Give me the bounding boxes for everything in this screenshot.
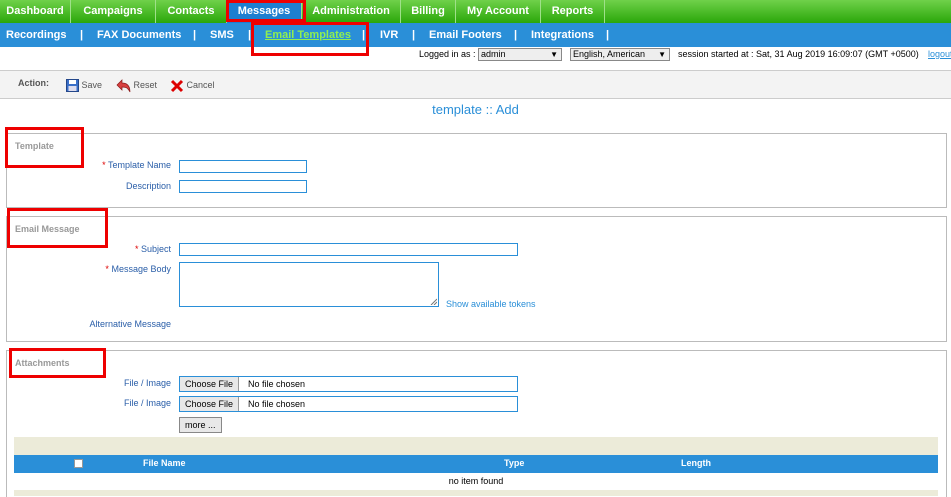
table-toolbar xyxy=(14,437,938,455)
action-label: Action: xyxy=(18,78,49,88)
subnav-email-footers[interactable]: Email Footers xyxy=(429,23,502,47)
close-icon xyxy=(170,79,184,92)
more-button[interactable]: more ... xyxy=(179,417,222,433)
template-section: Template * Template Name Description xyxy=(6,133,947,208)
page-title: template :: Add xyxy=(432,102,519,117)
message-body-text: Message Body xyxy=(111,264,171,274)
undo-arrow-icon xyxy=(116,78,131,92)
message-body-label: * Message Body xyxy=(11,264,171,274)
reset-button[interactable]: Reset xyxy=(115,78,157,92)
file-image-label-1: File / Image xyxy=(123,378,171,388)
highlight-template-legend xyxy=(5,127,84,168)
user-select[interactable]: admin ▼ xyxy=(478,48,562,61)
user-select-value: admin xyxy=(481,49,506,59)
session-bar: Logged in as : admin ▼ English, American… xyxy=(0,47,951,62)
cancel-label: Cancel xyxy=(186,80,215,90)
file-input-2[interactable]: Choose File No file chosen xyxy=(179,396,518,412)
empty-table-message: no item found xyxy=(448,476,504,486)
nav-campaigns[interactable]: Campaigns xyxy=(71,0,156,23)
chevron-down-icon: ▼ xyxy=(550,50,558,59)
table-footer xyxy=(14,490,938,496)
attachments-section: Attachments File / Image Choose File No … xyxy=(6,350,947,497)
column-length[interactable]: Length xyxy=(681,458,711,468)
file-input-1[interactable]: Choose File No file chosen xyxy=(179,376,518,392)
subnav-separator: | xyxy=(193,29,197,41)
logged-in-label: Logged in as : xyxy=(419,49,476,59)
required-mark: * xyxy=(105,264,109,274)
subject-text: Subject xyxy=(140,244,171,254)
highlight-messages xyxy=(226,0,306,22)
language-select-value: English, American xyxy=(573,49,646,59)
cancel-button[interactable]: Cancel xyxy=(170,78,215,92)
logout-link[interactable]: logout xyxy=(928,49,951,59)
chevron-down-icon: ▼ xyxy=(658,50,666,59)
session-started: session started at : Sat, 31 Aug 2019 16… xyxy=(678,49,919,59)
nav-dashboard[interactable]: Dashboard xyxy=(0,0,71,23)
show-tokens-link[interactable]: Show available tokens xyxy=(446,299,536,309)
subnav-separator: | xyxy=(80,29,84,41)
nav-reports[interactable]: Reports xyxy=(541,0,605,23)
resize-handle-icon[interactable] xyxy=(430,298,437,305)
action-toolbar: Action: Save Reset Cancel xyxy=(0,70,951,99)
choose-file-button[interactable]: Choose File xyxy=(180,397,240,411)
subnav-separator: | xyxy=(412,29,416,41)
alternative-message-label: Alternative Message xyxy=(89,319,171,329)
nav-my-account[interactable]: My Account xyxy=(456,0,541,23)
choose-file-button[interactable]: Choose File xyxy=(180,377,240,391)
select-all-checkbox[interactable] xyxy=(74,459,83,468)
file-image-label-2: File / Image xyxy=(123,398,171,408)
language-select[interactable]: English, American ▼ xyxy=(570,48,670,61)
subnav-integrations[interactable]: Integrations xyxy=(531,23,594,47)
subnav-sms[interactable]: SMS xyxy=(210,23,234,47)
email-message-section: Email Message * Subject * Message Body S… xyxy=(6,216,947,342)
save-button[interactable]: Save xyxy=(66,78,103,93)
highlight-email-templates xyxy=(251,22,369,56)
subnav-separator: | xyxy=(606,29,610,41)
subnav-fax-documents[interactable]: FAX Documents xyxy=(97,23,181,47)
description-input[interactable] xyxy=(179,180,307,193)
floppy-disk-icon xyxy=(66,79,79,93)
subnav-ivr[interactable]: IVR xyxy=(380,23,398,47)
column-type[interactable]: Type xyxy=(504,458,524,468)
nav-billing[interactable]: Billing xyxy=(401,0,456,23)
top-nav: Dashboard Campaigns Contacts Messages Ad… xyxy=(0,0,951,23)
subnav-separator: | xyxy=(514,29,518,41)
sub-nav: Recordings | FAX Documents | SMS | Email… xyxy=(0,23,951,47)
no-file-text: No file chosen xyxy=(248,379,306,389)
no-file-text: No file chosen xyxy=(248,399,306,409)
template-name-input[interactable] xyxy=(179,160,307,173)
required-mark: * xyxy=(134,244,139,254)
description-label: Description xyxy=(125,181,171,191)
highlight-attachments-legend xyxy=(9,348,106,378)
reset-label: Reset xyxy=(133,80,158,90)
subject-input[interactable] xyxy=(179,243,518,256)
save-label: Save xyxy=(81,80,103,90)
attachments-table-header: File Name Type Length xyxy=(14,455,938,473)
nav-administration[interactable]: Administration xyxy=(302,0,401,23)
subnav-recordings[interactable]: Recordings xyxy=(6,23,67,47)
highlight-email-message-legend xyxy=(7,208,108,248)
required-mark: * xyxy=(102,160,106,170)
nav-contacts[interactable]: Contacts xyxy=(156,0,227,23)
column-file-name[interactable]: File Name xyxy=(143,458,186,468)
message-body-textarea[interactable] xyxy=(179,262,439,307)
template-name-text: Template Name xyxy=(107,160,171,170)
